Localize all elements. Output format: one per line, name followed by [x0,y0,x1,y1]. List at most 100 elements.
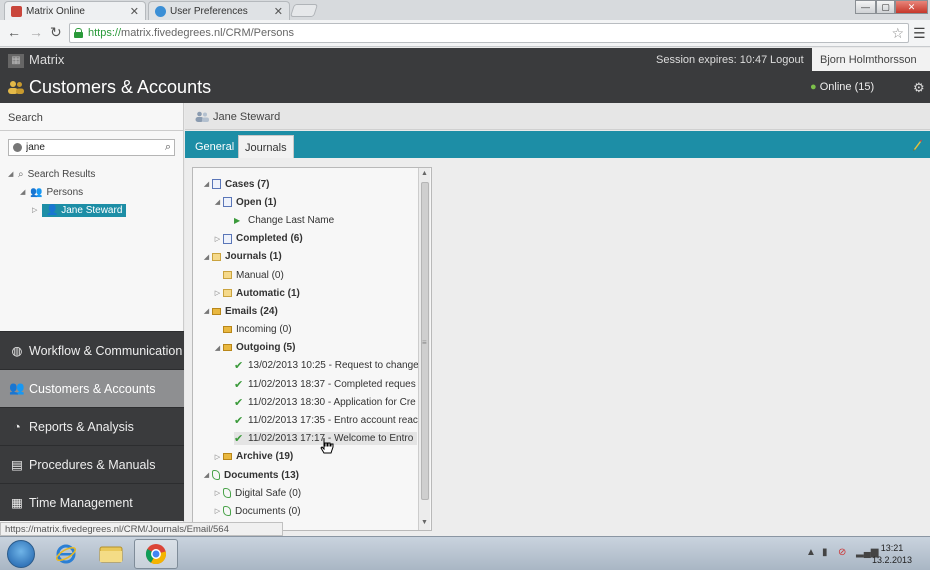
browser-menu-icon[interactable]: ☰ [913,25,926,42]
expand-triangle-icon[interactable]: ▷ [212,489,223,497]
collapse-triangle-icon[interactable]: ◢ [201,471,212,479]
tree-node-open[interactable]: ◢ Open (1) [201,193,419,211]
expand-triangle-icon[interactable]: ▷ [212,235,223,243]
minimize-button[interactable]: — [855,0,876,14]
tray-expand-icon[interactable]: ▲ [806,547,816,558]
app-logo[interactable]: ▦ Matrix [8,52,64,68]
selected-person[interactable]: 👤 Jane Steward [42,203,127,217]
close-window-button[interactable]: ✕ [895,0,928,14]
tree-node-incoming[interactable]: Incoming (0) [201,321,419,339]
tree-label: Search Results [27,168,96,180]
clock-time: 13:21 [880,543,904,553]
tab-journals[interactable]: Journals [238,135,294,158]
globe-icon: ◍ [11,344,23,358]
tree-node-archive[interactable]: ▷ Archive (19) [201,448,419,466]
tree-node-persons[interactable]: ◢ 👥 Persons [8,183,126,201]
app-logo-text: Matrix [29,52,65,67]
app-header: Customers & Accounts ● Online (15) ⚙ [0,71,930,103]
bookmark-star-icon[interactable]: ☆ [891,25,904,42]
chrome-icon[interactable] [134,539,178,569]
paperclip-icon [223,488,231,499]
tree-node-emails[interactable]: ◢ Emails (24) [201,302,419,320]
search-scope-icon[interactable] [13,143,22,152]
tree-node-automatic[interactable]: ▷ Automatic (1) [201,284,419,302]
collapse-triangle-icon[interactable]: ◢ [212,198,223,206]
email-item[interactable]: ✔ 13/02/2013 10:25 - Request to change [201,357,419,375]
document-icon [223,233,232,244]
tree-node-completed[interactable]: ▷ Completed (6) [201,230,419,248]
url-field[interactable]: https://matrix.fivedegrees.nl/CRM/Person… [69,23,909,43]
taskbar-clock[interactable]: 13:21 13.2.2013 [872,542,912,566]
collapse-triangle-icon[interactable]: ◢ [201,180,212,188]
back-arrow-icon[interactable]: ← [7,24,21,40]
internet-explorer-icon[interactable] [44,539,88,569]
new-tab-button[interactable] [289,4,319,17]
collapse-triangle-icon[interactable]: ◢ [201,307,212,315]
reload-icon[interactable]: ↻ [50,24,62,41]
expand-triangle-icon[interactable]: ▷ [212,453,223,461]
tree-node-manual[interactable]: Manual (0) [201,266,419,284]
tree-node-digital-safe[interactable]: ▷ Digital Safe (0) [201,484,419,502]
search-input[interactable] [26,142,156,153]
tab-label: User Preferences [170,5,248,17]
tree-node-journals[interactable]: ◢ Journals (1) [201,248,419,266]
scroll-down-arrow-icon[interactable]: ▼ [421,519,428,526]
close-tab-icon[interactable]: ✕ [130,5,139,18]
close-tab-icon[interactable]: ✕ [274,5,283,18]
collapse-triangle-icon[interactable]: ◢ [20,188,30,196]
paperclip-icon [223,506,231,517]
nav-reports-analysis[interactable]: ◔ Reports & Analysis [0,407,184,445]
network-error-icon[interactable]: ⊘ [838,547,846,558]
matrix-logo-icon: ▦ [8,53,24,68]
collapse-triangle-icon[interactable]: ◢ [212,344,223,352]
email-item[interactable]: ✔ 11/02/2013 18:30 - Application for Cre [201,393,419,411]
collapse-triangle-icon[interactable]: ◢ [201,253,212,261]
maximize-button[interactable]: ▢ [876,0,895,14]
expand-triangle-icon[interactable]: ▷ [212,289,223,297]
gear-icon[interactable]: ⚙ [913,80,925,96]
url-path: matrix.fivedegrees.nl/CRM/Persons [121,27,295,39]
tree-node-change-last-name[interactable]: ▶ Change Last Name [201,211,419,229]
pencil-icon[interactable] [912,138,922,151]
forward-arrow-icon[interactable]: → [29,24,43,40]
tree-node-outgoing[interactable]: ◢ Outgoing (5) [201,339,419,357]
document-icon [223,197,232,208]
tree-node-cases[interactable]: ◢ Cases (7) [201,175,419,193]
scroll-up-arrow-icon[interactable]: ▲ [421,170,428,177]
user-name[interactable]: Bjorn Holmthorsson [812,48,930,71]
email-label: 11/02/2013 18:37 - Completed reques [248,378,416,390]
tree-node-documents-sub[interactable]: ▷ Documents (0) [201,502,419,520]
browser-tab-matrix-online[interactable]: Matrix Online ✕ [4,1,146,20]
tree-node-search-results[interactable]: ◢ ⌕ Search Results [8,165,126,183]
expand-triangle-icon[interactable]: ▷ [32,206,42,214]
search-field[interactable]: ⌕ [8,139,175,156]
file-explorer-icon[interactable] [89,539,133,569]
nav-customers-accounts[interactable]: 👥 Customers & Accounts [0,369,184,407]
checkmark-icon: ✔ [234,415,244,428]
user-icon: 👤 [46,204,59,216]
email-item-hovered[interactable]: ✔ 11/02/2013 17:17 - Welcome to Entro [201,430,419,448]
nav-workflow-communication[interactable]: ◍ Workflow & Communication [0,331,184,369]
nav-time-management[interactable]: ▦ Time Management [0,483,184,521]
folder-icon [212,252,221,261]
tree-label: Jane Steward [61,204,123,216]
tree-node-jane-steward[interactable]: ▷ 👤 Jane Steward [8,201,127,219]
logout-link[interactable]: Logout [770,54,804,66]
email-item[interactable]: ✔ 11/02/2013 18:37 - Completed reques [201,375,419,393]
windows-start-icon[interactable] [7,540,35,568]
expand-triangle-icon[interactable]: ▷ [212,507,223,515]
browser-tab-user-preferences[interactable]: User Preferences ✕ [148,1,290,20]
tree-label: Change Last Name [248,214,335,226]
pie-chart-icon: ◔ [13,419,21,434]
nav-procedures-manuals[interactable]: ▤ Procedures & Manuals [0,445,184,483]
search-results-tree: ◢ ⌕ Search Results ◢ 👥 Persons ▷ 👤 Jane Stewa… [8,165,127,219]
email-item[interactable]: ✔ 11/02/2013 17:35 - Entro account reac [201,411,419,429]
battery-icon[interactable]: ▮ [822,547,828,558]
search-icon[interactable]: ⌕ [165,141,171,154]
nav-label: Customers & Accounts [29,381,156,396]
tree-scrollbar[interactable]: ▲ ≡ ▼ [418,168,430,530]
collapse-triangle-icon[interactable]: ◢ [8,170,18,178]
tree-node-documents[interactable]: ◢ Documents (13) [201,466,419,484]
tab-general[interactable]: General [189,135,240,158]
online-status[interactable]: ● Online (15) [810,81,874,93]
